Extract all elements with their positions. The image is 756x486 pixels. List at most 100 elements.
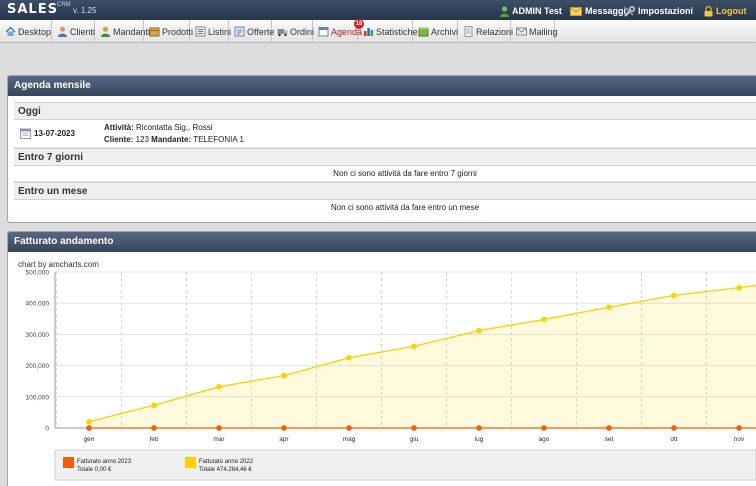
activity-label: Attività: [104,123,134,132]
series-2022-point [411,343,417,350]
chart-legend [54,449,756,481]
messages-label: Messaggi [585,6,627,16]
agenda-event-row[interactable]: 13-07-2023 Attività: Ricontatta Sig,. Ro… [14,120,756,148]
today-section-header: Oggi [14,102,756,120]
nav-label: Ordini [290,26,315,37]
y-tick-label: 0 [45,426,49,433]
nav-item-ordini[interactable]: Ordini [272,20,315,43]
agenda-panel-title: Agenda mensile [8,76,756,96]
nav-item-agenda[interactable]: Agenda 18 [313,19,364,43]
series-2023-point [476,425,482,431]
settings-label: Impostazioni [638,6,694,16]
mandante-value: TELEFONIA 1 [193,135,244,144]
main-nav: Desktop Clienti Mandanti Prodotti Listin… [0,19,756,43]
series-2022-point [346,355,352,361]
series-2022-point [216,384,222,390]
series-2022-point [476,327,482,334]
nav-item-desktop[interactable]: Desktop [0,20,52,43]
client-value: 123 [135,135,149,144]
nav-label: Desktop [18,26,52,37]
messages-link[interactable]: Messaggi [570,4,626,18]
mandante-label: Mandante: [151,135,192,144]
series-2023-point [606,425,612,431]
series-2023-point [346,425,352,431]
week-section-header: Entro 7 giorni [14,148,756,166]
x-tick-label: mar [213,436,225,443]
x-tick-label: giu [410,436,419,443]
legend-item-2023-total: Totale 0,00 € [77,467,112,473]
chart-credit[interactable]: chart by amcharts.com [18,260,99,269]
nav-item-listini[interactable]: Listini [190,20,232,43]
event-date: 13-07-2023 [34,129,75,138]
week-empty-message: Non ci sono attività da fare entro 7 gio… [14,166,756,182]
nav-item-mandanti[interactable]: Mandanti [95,20,150,43]
user-menu[interactable]: ADMIN Test [500,4,562,18]
nav-label: Relazioni [476,26,514,37]
fatturato-chart: chart by amcharts.com 0 100,000 200,000 300… [8,252,756,486]
legend-item-2023-swatch [63,457,74,468]
series-2022-point [736,284,742,291]
series-2023-point [86,425,92,431]
x-tick-label: set [605,436,614,443]
series-2022-point [541,316,547,323]
user-icon [500,5,509,17]
fatturato-panel-title: Fatturato andamento [8,232,756,252]
logout-label: Logout [716,6,747,16]
document-icon [464,26,473,37]
nav-item-statistiche[interactable]: Statistiche [358,20,418,43]
nav-item-relazioni[interactable]: Relazioni [458,20,514,43]
nav-label: Archivi [431,26,459,37]
calendar-icon [318,27,329,37]
person-icon [58,26,67,37]
series-2023-point [411,425,417,431]
user-name: ADMIN Test [512,6,562,16]
series-2022-point [606,304,612,311]
nav-item-archivi[interactable]: Archivi [413,20,458,43]
series-2023-point [541,425,547,431]
agenda-panel: Agenda mensile Oggi 13-07-2023 Attività:… [7,75,756,223]
series-2023-point [281,425,287,431]
series-2022-point [151,402,157,409]
legend-item-2022-total: Totale 474.284,46 € [199,467,252,473]
calendar-icon [20,128,31,139]
nav-label: Statistiche [376,26,418,37]
mail-icon [516,27,527,36]
app-version: v. 1.25 [73,6,97,15]
nav-item-offerte[interactable]: Offerte [229,20,275,43]
x-tick-label: ago [539,436,550,443]
truck-icon [277,29,288,37]
person-icon [101,26,110,37]
y-tick-label: 300,000 [26,332,50,339]
padlock-icon [704,5,713,16]
legend-item-2022-swatch [185,457,196,468]
nav-label: Listini [208,26,232,37]
month-section-header: Entro un mese [14,182,756,200]
series-2023-point [216,425,222,431]
y-tick-label: 500,000 [26,270,50,277]
activity-value: Ricontatta Sig,. Rossi [136,123,213,132]
legend-item-2022-label: Fatturato anno 2022 [199,459,254,465]
settings-link[interactable]: Impostazioni [624,4,693,18]
x-tick-label: feb [149,436,158,443]
top-bar: SALES CRM v. 1.25 ADMIN Test Messaggi Im… [0,0,756,20]
app-logo-sup: CRM [57,2,71,8]
nav-item-mailing[interactable]: Mailing [511,20,558,43]
nav-label: Offerte [247,26,275,37]
y-tick-label: 100,000 [26,394,50,401]
y-tick-label: 400,000 [26,301,50,308]
archive-icon [418,27,429,37]
nav-label: Clienti [70,26,96,37]
nav-item-clienti[interactable]: Clienti [52,20,95,43]
x-tick-label: lug [475,436,484,443]
offer-icon [234,26,245,37]
series-2022-point [671,292,677,299]
logout-link[interactable]: Logout [704,4,747,18]
nav-item-prodotti[interactable]: Prodotti [144,20,193,43]
chart-icon [364,28,374,36]
app-logo[interactable]: SALES [7,2,58,17]
series-2022-point [281,372,287,379]
box-icon [149,27,160,37]
envelope-icon [570,6,582,16]
legend-item-2023-label: Fatturato anno 2023 [77,459,132,465]
client-label: Cliente: [104,135,134,144]
